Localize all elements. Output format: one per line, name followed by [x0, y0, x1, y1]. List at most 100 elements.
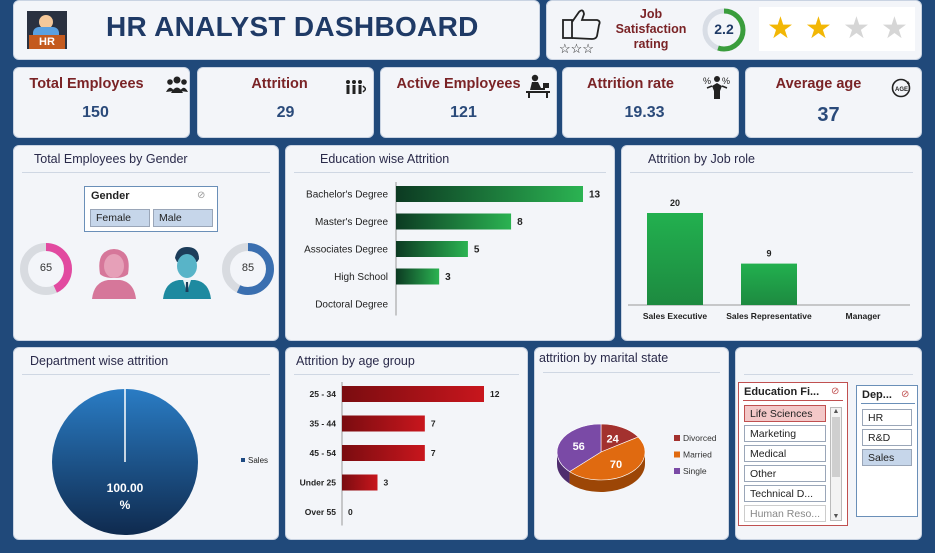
legend-label: Single — [683, 466, 707, 476]
jobrole-attrition-panel: Attrition by Job role 20 Sales Executive 9… — [621, 145, 922, 341]
star-empty-icon: ★ — [881, 12, 908, 45]
legend-label: Divorced — [683, 433, 717, 443]
department-slicer-title: Dep... — [862, 389, 892, 401]
star-rating: ★ ★ ★ ★ — [759, 7, 915, 51]
data-label: 3 — [384, 478, 389, 488]
filter-clear-icon[interactable]: ⊘ — [901, 389, 909, 400]
job-satisfaction-label: Job Satisfaction rating — [615, 7, 687, 51]
category-label: Doctoral Degree — [315, 300, 388, 311]
education-field-option[interactable]: Technical D... — [744, 485, 826, 502]
bar — [342, 386, 484, 402]
department-option[interactable]: Sales — [862, 449, 912, 466]
data-label: 7 — [431, 419, 436, 429]
data-label: 0 — [348, 507, 353, 517]
bar — [396, 268, 440, 285]
bar — [342, 474, 378, 491]
data-label: 7 — [431, 448, 436, 458]
category-label: Manager — [846, 311, 882, 321]
svg-text:☆☆☆: ☆☆☆ — [559, 41, 594, 56]
thumbs-up-rating-icon: ☆☆☆ — [557, 6, 609, 56]
people-leaving-icon — [344, 78, 368, 101]
category-label: Under 25 — [300, 478, 337, 488]
category-label: Sales Representative — [726, 311, 812, 321]
filter-clear-icon[interactable]: ⊘ — [197, 190, 205, 201]
category-label: 45 - 54 — [310, 448, 337, 458]
jobrole-attrition-chart: 20 Sales Executive 9 Sales Representative Ma… — [628, 198, 910, 321]
bar — [741, 263, 797, 305]
female-donut: 65 — [18, 241, 74, 297]
kpi-total-employees: Total Employees 150 — [13, 67, 190, 138]
data-label: % — [120, 498, 131, 512]
female-count: 65 — [39, 262, 53, 274]
data-label: 100.00 — [107, 481, 144, 495]
category-label: Associates Degree — [304, 245, 388, 256]
age-attrition-chart: 25 - 34 12 35 - 44 7 45 - 54 7 Under 25 3 Over 5… — [300, 382, 500, 526]
gender-option-female[interactable]: Female — [90, 209, 150, 227]
education-attrition-chart: Bachelor's Degree 13 Master's Degree 8 Assoc… — [304, 182, 601, 316]
gender-slicer: Gender ⊘ Female Male — [84, 186, 218, 232]
department-slicer: Dep... ⊘ HR R&D Sales — [856, 385, 918, 517]
kpi-value: 150 — [82, 104, 109, 121]
bar — [647, 213, 703, 305]
education-attrition-title: Education wise Attrition — [320, 152, 450, 166]
slicer-scrollbar[interactable]: ▲ ▼ — [830, 407, 842, 521]
jobrole-attrition-title: Attrition by Job role — [648, 152, 755, 166]
department-attrition-title: Department wise attrition — [30, 354, 169, 368]
job-satisfaction-value: 2.2 — [714, 21, 734, 37]
kpi-attrition: Attrition 29 — [197, 67, 374, 138]
education-field-option[interactable]: Life Sciences — [744, 405, 826, 422]
education-field-slicer: Education Fi... ⊘ Life Sciences Marketing… — [738, 382, 848, 526]
bar — [396, 241, 468, 257]
education-field-option[interactable]: Medical — [744, 445, 826, 462]
scroll-up-icon[interactable]: ▲ — [831, 408, 841, 415]
male-avatar-icon — [157, 244, 217, 305]
kpi-average-age: Average age 37 AGE — [745, 67, 922, 138]
data-label: 8 — [517, 217, 523, 228]
age-attrition-panel: Attrition by age group 25 - 34 12 35 - 44 7… — [285, 347, 528, 540]
category-label: 35 - 44 — [310, 419, 337, 429]
male-count: 85 — [241, 262, 255, 274]
kpi-value: 19.33 — [624, 104, 665, 121]
male-donut: 85 — [220, 241, 276, 297]
data-label: 3 — [445, 272, 451, 283]
marital-attrition-chart: 24 70 56 Divorced Married Single — [556, 423, 717, 492]
gender-option-male[interactable]: Male — [153, 209, 213, 227]
category-label: Bachelor's Degree — [306, 190, 388, 201]
marital-attrition-panel: attrition by marital state 24 70 56 Divorce… — [534, 347, 729, 540]
bar — [396, 186, 583, 202]
svg-text:AGE: AGE — [895, 87, 908, 93]
category-label: High School — [334, 272, 388, 283]
gender-slicer-title: Gender — [91, 190, 130, 202]
kpi-value: 37 — [817, 104, 840, 126]
education-field-option[interactable]: Human Reso... — [744, 505, 826, 522]
category-label: Sales Executive — [643, 311, 708, 321]
department-option[interactable]: HR — [862, 409, 912, 426]
bar — [342, 415, 425, 432]
svg-text:%: % — [703, 76, 711, 86]
legend-label: Sales — [248, 456, 268, 465]
group-icon — [166, 75, 188, 100]
department-option[interactable]: R&D — [862, 429, 912, 446]
star-filled-icon: ★ — [805, 12, 832, 45]
education-field-option[interactable]: Marketing — [744, 425, 826, 442]
legend-swatch — [674, 435, 680, 441]
job-satisfaction-gauge: 2.2 — [701, 7, 747, 53]
gender-panel-title: Total Employees by Gender — [34, 152, 188, 166]
bar — [342, 445, 425, 461]
svg-text:%: % — [722, 76, 730, 86]
female-avatar-icon — [86, 244, 142, 305]
department-attrition-panel: Department wise attrition 100.00% Sales — [13, 347, 279, 540]
scroll-down-icon[interactable]: ▼ — [831, 513, 841, 520]
star-empty-icon: ★ — [843, 12, 870, 45]
legend-label: Married — [683, 450, 712, 460]
kpi-value: 121 — [450, 104, 477, 121]
job-satisfaction-panel: ☆☆☆ Job Satisfaction rating 2.2 ★ ★ ★ ★ — [546, 0, 922, 60]
filter-clear-icon[interactable]: ⊘ — [831, 386, 839, 397]
star-filled-icon: ★ — [767, 12, 794, 45]
legend-swatch — [674, 468, 680, 474]
worker-at-desk-icon — [525, 74, 551, 103]
data-label: 9 — [766, 249, 771, 259]
education-field-option[interactable]: Other — [744, 465, 826, 482]
data-label: 13 — [589, 190, 601, 201]
department-attrition-chart: 100.00% Sales — [52, 389, 268, 535]
